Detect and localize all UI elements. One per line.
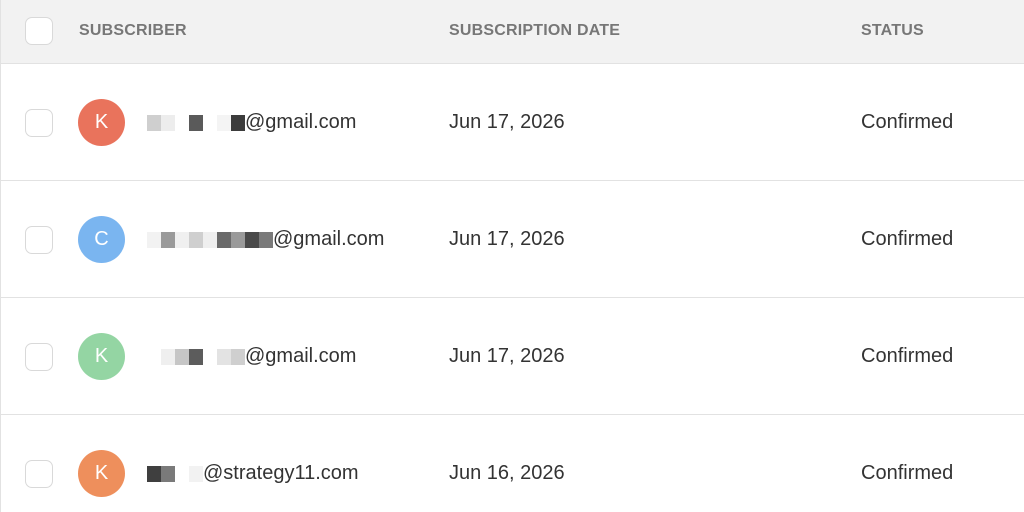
status-text: Confirmed [861,228,954,250]
subscription-date: Jun 17, 2026 [449,345,565,367]
status-text: Confirmed [861,462,954,484]
email-redaction [147,231,273,248]
redaction-block [161,348,175,365]
subscribers-table: SUBSCRIBER SUBSCRIPTION DATE STATUS K @g… [0,0,1024,512]
redaction-block [189,465,203,482]
redaction-block [189,231,203,248]
redaction-block [147,465,161,482]
redaction-block [175,465,189,482]
redaction-block [217,348,231,365]
redaction-block [203,231,217,248]
avatar: K [78,99,125,146]
column-header-status[interactable]: STATUS [861,0,924,62]
redaction-block [189,348,203,365]
select-all-checkbox[interactable] [25,17,53,45]
redaction-block [147,231,161,248]
row-checkbox[interactable] [25,343,53,371]
redaction-block [175,348,189,365]
row-checkbox[interactable] [25,226,53,254]
avatar: K [78,450,125,497]
email-domain: @gmail.com [273,228,385,250]
redaction-block [231,348,245,365]
table-row[interactable]: K @gmail.com Jun 17, 2026 Confirmed [1,64,1024,181]
redaction-block [203,114,217,131]
redaction-block [231,114,245,131]
redaction-block [203,348,217,365]
table-row[interactable]: K @gmail.com Jun 17, 2026 Confirmed [1,298,1024,415]
redaction-block [231,231,245,248]
avatar: C [78,216,125,263]
redaction-block [217,231,231,248]
email-domain: @gmail.com [245,345,357,367]
subscription-date: Jun 17, 2026 [449,111,565,133]
table-row[interactable]: C @gmail.com Jun 17, 2026 Confirmed [1,181,1024,298]
redaction-block [161,114,175,131]
subscriber-email[interactable]: @gmail.com [147,64,356,181]
avatar: K [78,333,125,380]
column-header-subscription-date[interactable]: SUBSCRIPTION DATE [449,0,620,62]
table-header: SUBSCRIBER SUBSCRIPTION DATE STATUS [1,0,1024,64]
email-domain: @strategy11.com [203,462,359,484]
redaction-block [259,231,273,248]
subscription-date: Jun 16, 2026 [449,462,565,484]
table-row[interactable]: K @strategy11.com Jun 16, 2026 Confirmed [1,415,1024,512]
redaction-block [147,114,161,131]
status-text: Confirmed [861,345,954,367]
row-checkbox[interactable] [25,109,53,137]
redaction-block [175,114,189,131]
email-redaction [147,465,203,482]
subscription-date: Jun 17, 2026 [449,228,565,250]
redaction-block [175,231,189,248]
redaction-block [245,231,259,248]
subscriber-email[interactable]: @gmail.com [147,181,384,298]
redaction-block [161,465,175,482]
redaction-block [217,114,231,131]
email-domain: @gmail.com [245,111,357,133]
redaction-block [189,114,203,131]
row-checkbox[interactable] [25,460,53,488]
subscriber-email[interactable]: @gmail.com [147,298,356,415]
redaction-block [161,231,175,248]
status-text: Confirmed [861,111,954,133]
subscriber-email[interactable]: @strategy11.com [147,415,359,512]
redaction-block [147,348,161,365]
email-redaction [147,114,245,131]
email-redaction [147,348,245,365]
column-header-subscriber[interactable]: SUBSCRIBER [79,0,187,62]
